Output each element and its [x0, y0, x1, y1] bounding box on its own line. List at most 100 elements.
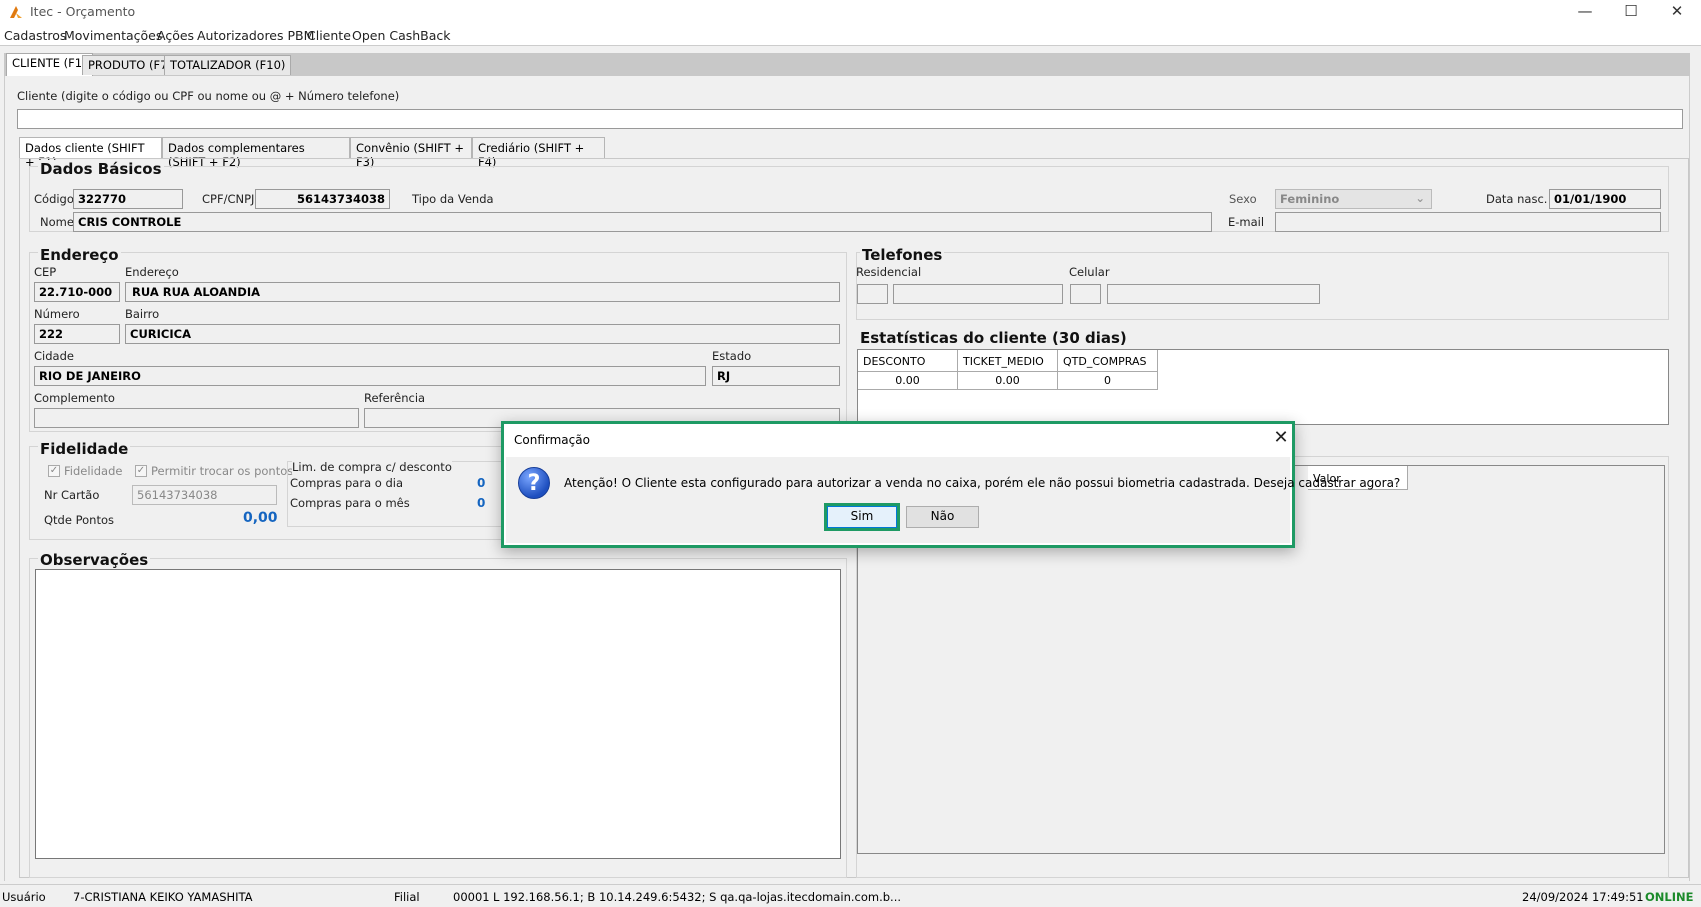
status-bar: Usuário 7-CRISTIANA KEIKO YAMASHITA Fili…	[0, 884, 1701, 907]
codigo-field[interactable]: 322770	[73, 189, 183, 209]
chevron-down-icon: ⌄	[1415, 191, 1425, 205]
cell-desconto: 0.00	[858, 372, 958, 390]
nome-field[interactable]: CRIS CONTROLE	[73, 212, 1212, 232]
complemento-label: Complemento	[34, 391, 115, 405]
lim-compra-label: Lim. de compra c/ desconto	[292, 460, 452, 474]
nome-label: Nome	[40, 215, 74, 229]
cpf-label: CPF/CNPJ	[202, 192, 255, 206]
cell-qtd-compras: 0	[1058, 372, 1158, 390]
nr-cartao-label: Nr Cartão	[44, 488, 100, 502]
estatisticas-title: Estatísticas do cliente (30 dias)	[860, 329, 1127, 347]
dialog-message: Atenção! O Cliente esta configurado para…	[564, 476, 1401, 490]
endereco-title: Endereço	[38, 246, 121, 264]
tab-totalizador[interactable]: TOTALIZADOR (F10)	[164, 55, 292, 75]
cidade-field[interactable]: RIO DE JANEIRO	[34, 366, 706, 386]
celular-ddd-field[interactable]	[1070, 284, 1101, 304]
celular-label: Celular	[1069, 265, 1110, 279]
estado-label: Estado	[712, 349, 752, 363]
data-nasc-label: Data nasc.	[1486, 192, 1548, 206]
observacoes-textarea[interactable]	[35, 569, 841, 859]
col-ticket-medio: TICKET_MEDIO	[958, 350, 1058, 372]
minimize-button[interactable]: —	[1562, 0, 1608, 24]
dialog-close-button[interactable]: ✕	[1269, 428, 1293, 450]
compras-dia-value: 0	[477, 476, 486, 490]
dialog-body: ? Atenção! O Cliente esta configurado pa…	[506, 457, 1400, 543]
confirmacao-dialog: Confirmação ✕ ? Atenção! O Cliente esta …	[501, 421, 1400, 548]
subtab-convenio[interactable]: Convênio (SHIFT + F3)	[350, 137, 472, 169]
menu-cliente[interactable]: Cliente	[307, 28, 351, 43]
col-qtd-compras: QTD_COMPRAS	[1058, 350, 1158, 372]
permitir-trocar-label: Permitir trocar os pontos	[151, 464, 294, 478]
bairro-field[interactable]: CURICICA	[125, 324, 840, 344]
tab-cliente[interactable]: CLIENTE (F1)	[6, 53, 93, 77]
fidelidade-checkbox-label: Fidelidade	[64, 464, 123, 478]
main-tab-strip: CLIENTE (F1) PRODUTO (F7) TOTALIZADOR (F…	[4, 53, 1690, 77]
data-nasc-field[interactable]: 01/01/1900	[1549, 189, 1661, 209]
permitir-trocar-checkbox[interactable]: ✓	[135, 465, 147, 477]
celular-number-field[interactable]	[1107, 284, 1320, 304]
cpf-field[interactable]: 56143734038	[255, 189, 390, 209]
close-window-button[interactable]: ✕	[1654, 0, 1700, 24]
connection-info: L 192.168.56.1; B 10.14.249.6:5432; S qa…	[493, 890, 902, 904]
nr-cartao-field[interactable]: 56143734038	[132, 485, 277, 505]
subtab-crediario[interactable]: Crediário (SHIFT + F4)	[472, 137, 605, 169]
tipo-venda-label: Tipo da Venda	[412, 192, 494, 206]
menu-acoes[interactable]: Ações	[157, 28, 194, 43]
sim-button[interactable]: Sim	[827, 506, 897, 528]
compras-dia-label: Compras para o dia	[290, 476, 404, 490]
codigo-label: Código	[34, 192, 74, 206]
nao-button[interactable]: Não	[906, 506, 979, 528]
menu-autorizadores-pbm[interactable]: Autorizadores PBM	[197, 28, 314, 43]
question-icon: ?	[518, 467, 550, 499]
compras-mes-label: Compras para o mês	[290, 496, 410, 510]
referencia-label: Referência	[364, 391, 426, 405]
sexo-select[interactable]: Feminino ⌄	[1275, 189, 1432, 209]
menu-cadastros[interactable]: Cadastros	[4, 28, 66, 43]
window-title: Itec - Orçamento	[30, 4, 136, 19]
observacoes-title: Observações	[38, 551, 151, 569]
datetime: 24/09/2024 17:49:51	[1522, 890, 1644, 904]
online-status: ONLINE	[1645, 890, 1694, 904]
cep-label: CEP	[34, 265, 57, 279]
cep-field[interactable]: 22.710-000	[34, 282, 120, 302]
fidelidade-checkbox[interactable]: ✓	[48, 465, 60, 477]
subtab-dados-cliente[interactable]: Dados cliente (SHIFT + F1)	[19, 137, 162, 169]
usuario-label: Usuário	[2, 890, 46, 904]
cliente-search-label: Cliente (digite o código ou CPF ou nome …	[17, 89, 400, 103]
endereco-field[interactable]: RUA RUA ALOANDIA	[125, 282, 840, 302]
close-icon: ✕	[1670, 2, 1684, 20]
compras-mes-value: 0	[477, 496, 486, 510]
close-icon: ✕	[1273, 427, 1289, 448]
endereco-label: Endereço	[125, 265, 179, 279]
numero-field[interactable]: 222	[34, 324, 120, 344]
minimize-icon: —	[1577, 2, 1593, 20]
residencial-ddd-field[interactable]	[857, 284, 888, 304]
menu-bar: Cadastros Movimentações Ações Autorizado…	[0, 24, 1701, 46]
estatisticas-grid: DESCONTO TICKET_MEDIO QTD_COMPRAS 0.00 0…	[857, 349, 1669, 425]
title-bar: Itec - Orçamento — ☐ ✕	[0, 0, 1701, 24]
residencial-number-field[interactable]	[893, 284, 1063, 304]
maximize-button[interactable]: ☐	[1608, 0, 1654, 24]
bairro-label: Bairro	[125, 307, 160, 321]
fidelidade-title: Fidelidade	[38, 440, 131, 458]
qtde-pontos-value: 0,00	[243, 510, 278, 526]
dados-basicos-title: Dados Básicos	[38, 160, 164, 178]
estado-field[interactable]: RJ	[712, 366, 840, 386]
menu-movimentacoes[interactable]: Movimentações	[64, 28, 162, 43]
email-field[interactable]	[1275, 212, 1661, 232]
qtde-pontos-label: Qtde Pontos	[44, 513, 114, 527]
sexo-value: Feminino	[1280, 192, 1340, 206]
maximize-icon: ☐	[1624, 2, 1638, 20]
cliente-search-input[interactable]	[17, 109, 1683, 129]
email-label: E-mail	[1228, 215, 1265, 229]
subtab-dados-complementares[interactable]: Dados complementares (SHIFT + F2)	[162, 137, 350, 169]
dialog-title: Confirmação	[514, 433, 590, 447]
cell-ticket-medio: 0.00	[958, 372, 1058, 390]
menu-open-cashback[interactable]: Open CashBack	[352, 28, 451, 43]
filial-value: 00001	[453, 890, 490, 904]
complemento-field[interactable]	[34, 408, 359, 428]
telefones-title: Telefones	[860, 246, 945, 264]
numero-label: Número	[34, 307, 80, 321]
filial-label: Filial	[394, 890, 420, 904]
col-desconto: DESCONTO	[858, 350, 958, 372]
